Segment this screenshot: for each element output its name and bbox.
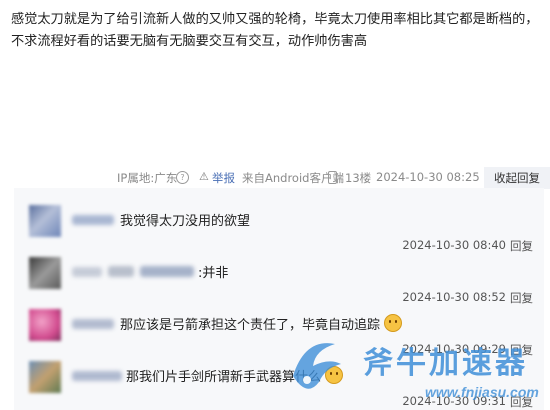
post-text-line: 感觉太刀就是为了给引流新人做的又帅又强的轮椅，毕竟太刀使用率相比其它都是断档的，: [11, 12, 539, 27]
watermark-site: www.fnjiasu.com: [425, 384, 539, 400]
help-icon[interactable]: ?: [176, 171, 189, 184]
username-blurred[interactable]: [72, 215, 114, 225]
reply-time: 2024-10-30 08:40: [402, 238, 506, 252]
username-blurred[interactable]: [72, 267, 102, 277]
username-blurred[interactable]: [72, 319, 114, 329]
username-blurred[interactable]: [72, 371, 122, 381]
post-text-line: 不求流程好看的话要无脑有无脑要交互有交互，动作帅伤害高: [11, 34, 368, 49]
avatar[interactable]: [29, 205, 61, 237]
avatar[interactable]: [29, 309, 61, 341]
collapse-replies-button[interactable]: 收起回复: [484, 167, 550, 189]
brand-logo-icon: [293, 343, 341, 389]
ip-location: IP属地:广东: [117, 171, 178, 185]
list-item: 我觉得太刀没用的欲望 2024-10-30 08:40 回复: [14, 200, 544, 253]
avatar[interactable]: [29, 361, 61, 393]
reply-content: 我觉得太刀没用的欲望: [120, 214, 251, 229]
watermark: 斧牛加速器 www.fnjiasu.com: [285, 330, 550, 410]
floor-number: 13楼: [345, 171, 372, 185]
report-link[interactable]: 举报: [212, 170, 235, 186]
warning-icon: ⚠: [199, 170, 209, 183]
avatar[interactable]: [29, 257, 61, 289]
watermark-brand: 斧牛加速器: [363, 346, 528, 381]
post-meta-bar: IP属地:广东 ? ⚠ 举报 来自Android客户端 13楼 2024-10-…: [0, 166, 550, 189]
reply-content: :并非: [198, 266, 229, 281]
reply-time: 2024-10-30 08:52: [402, 290, 506, 304]
phone-icon: [328, 171, 337, 184]
username-blurred[interactable]: [140, 266, 194, 277]
list-item: :并非 2024-10-30 08:52 回复: [14, 252, 544, 305]
post-body: 感觉太刀就是为了给引流新人做的又帅又强的轮椅，毕竟太刀使用率相比其它都是断档的，…: [11, 9, 541, 53]
post-time: 2024-10-30 08:25: [376, 170, 480, 184]
username-blurred[interactable]: [108, 266, 134, 277]
